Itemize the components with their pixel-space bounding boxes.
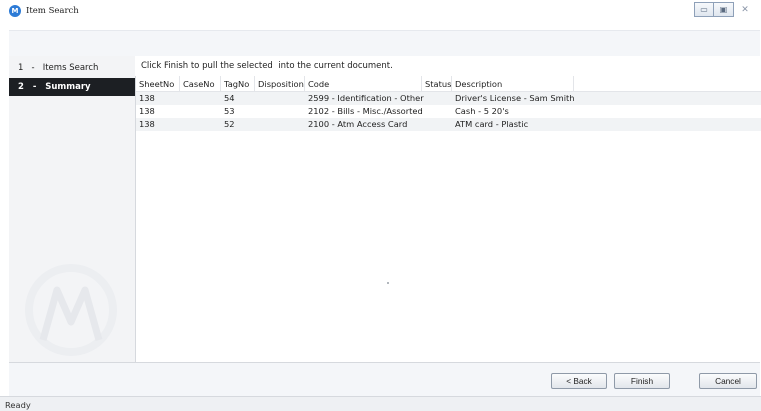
- window-title: Item Search: [26, 6, 79, 16]
- column-header-sheetno[interactable]: SheetNo: [136, 76, 180, 92]
- status-bar: Ready: [0, 396, 761, 411]
- column-header-tagno[interactable]: TagNo: [221, 76, 255, 92]
- header-band: [9, 30, 760, 56]
- cell-sheetno: 138: [139, 93, 155, 103]
- stray-pixel: [387, 282, 389, 284]
- instruction-text: Click Finish to pull the selected into t…: [141, 61, 393, 71]
- window-controls: ▭ ▣ ✕: [694, 2, 756, 18]
- cell-sheetno: 138: [139, 106, 155, 116]
- step-summary[interactable]: 2 - Summary: [9, 78, 135, 96]
- cell-tagno: 53: [224, 106, 235, 116]
- step-label: Summary: [45, 82, 91, 92]
- column-header-disposition[interactable]: Disposition: [255, 76, 305, 92]
- cell-description: ATM card - Plastic: [455, 119, 529, 129]
- cell-caseno: [180, 105, 183, 118]
- minimize-icon[interactable]: ▭: [694, 2, 714, 17]
- cell-sheetno: 138: [139, 119, 155, 129]
- step-separator: -: [32, 82, 37, 92]
- cell-tagno: 52: [224, 119, 235, 129]
- step-number: 2: [18, 82, 24, 92]
- table-header: SheetNo CaseNo TagNo Disposition Code St…: [136, 76, 761, 92]
- cell-description: Cash - 5 20's: [455, 106, 509, 116]
- column-header-caseno[interactable]: CaseNo: [180, 76, 221, 92]
- column-header-status[interactable]: Status: [422, 76, 452, 92]
- back-button[interactable]: < Back: [551, 373, 607, 389]
- cell-code: 2599 - Identification - Other: [308, 93, 424, 103]
- cell-disposition: [255, 92, 258, 105]
- wizard-sidebar: 1 - Items Search 2 - Summary: [9, 56, 135, 362]
- column-header-code[interactable]: Code: [305, 76, 422, 92]
- cell-description: Driver's License - Sam Smith: [455, 93, 575, 103]
- cell-status: [422, 105, 425, 118]
- step-number: 1: [18, 63, 24, 73]
- finish-button[interactable]: Finish: [614, 373, 670, 389]
- cell-status: [422, 92, 425, 105]
- cell-code: 2102 - Bills - Misc./Assorted: [308, 106, 423, 116]
- column-header-description[interactable]: Description: [452, 76, 574, 92]
- cell-code: 2100 - Atm Access Card: [308, 119, 408, 129]
- close-icon[interactable]: ✕: [734, 2, 756, 17]
- step-separator: -: [31, 63, 35, 73]
- step-items-search[interactable]: 1 - Items Search: [9, 59, 135, 77]
- title-bar: M Item Search ▭ ▣ ✕: [0, 0, 761, 22]
- cell-status: [422, 118, 425, 131]
- table-row[interactable]: 138 54 2599 - Identification - Other Dri…: [136, 92, 761, 105]
- items-table: SheetNo CaseNo TagNo Disposition Code St…: [135, 76, 761, 362]
- status-text: Ready: [5, 400, 31, 410]
- cell-tagno: 54: [224, 93, 235, 103]
- table-row[interactable]: 138 52 2100 - Atm Access Card ATM card -…: [136, 118, 761, 131]
- cell-disposition: [255, 105, 258, 118]
- motorola-logo: [25, 264, 117, 356]
- step-label: Items Search: [42, 63, 99, 73]
- cell-disposition: [255, 118, 258, 131]
- cell-caseno: [180, 92, 183, 105]
- cell-caseno: [180, 118, 183, 131]
- motorola-icon: M: [9, 5, 21, 17]
- maximize-icon[interactable]: ▣: [714, 2, 734, 17]
- cancel-button[interactable]: Cancel: [699, 373, 757, 389]
- table-row[interactable]: 138 53 2102 - Bills - Misc./Assorted Cas…: [136, 105, 761, 118]
